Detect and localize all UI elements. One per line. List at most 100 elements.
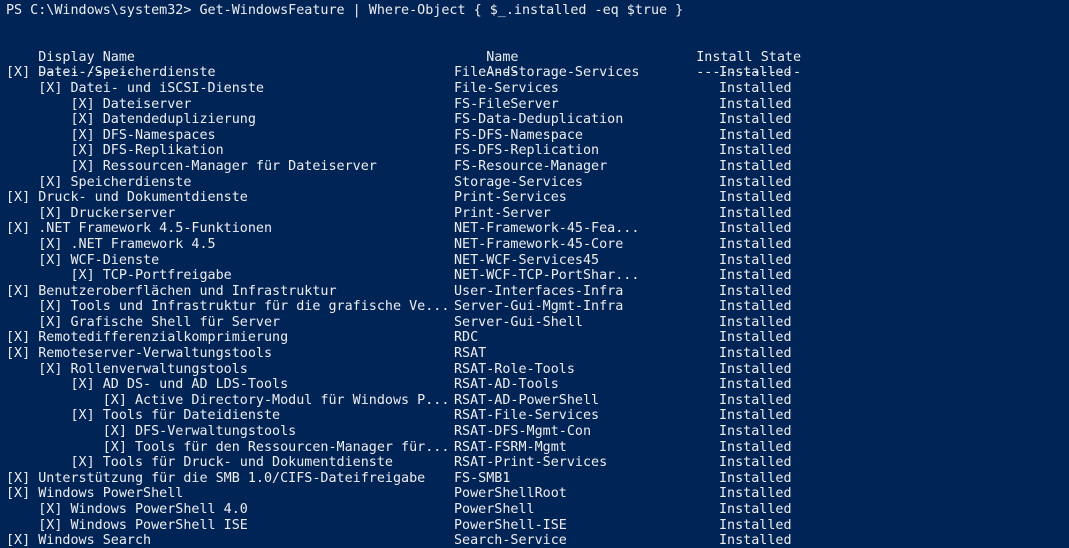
table-row: [X] Benutzeroberflächen und Infrastruktu… xyxy=(0,284,1069,300)
cell-name: RSAT-File-Services xyxy=(454,408,600,424)
cell-display-name: [X] Tools für den Ressourcen-Manager für… xyxy=(6,439,450,455)
cell-install-state: Installed xyxy=(719,221,792,237)
table-row: [X] Unterstützung für die SMB 1.0/CIFS-D… xyxy=(0,471,1069,487)
cell-display-name: [X] Tools und Infrastruktur für die graf… xyxy=(6,299,450,315)
cell-name: PowerShellRoot xyxy=(454,486,567,502)
cell-install-state: Installed xyxy=(719,143,792,159)
cell-name: Storage-Services xyxy=(454,174,583,190)
cell-install-state: Installed xyxy=(719,174,792,190)
header-name: Name xyxy=(486,49,519,65)
table-row: [X] Windows PowerShell PowerShellRoot Inst… xyxy=(0,486,1069,502)
cell-display-name: [X] DFS-Verwaltungstools xyxy=(6,424,297,440)
table-row: [X] DFS-Namespaces FS-DFS-Namespace Instal… xyxy=(0,128,1069,144)
cell-display-name: [X] DFS-Namespaces xyxy=(6,127,216,143)
prompt-line: PS C:\Windows\system32> Get-WindowsFeatu… xyxy=(6,3,684,18)
cell-install-state: Installed xyxy=(719,283,792,299)
cell-display-name: [X] Tools für Druck- und Dokumentdienste xyxy=(6,455,393,471)
cell-display-name: [X] Active Directory-Modul für Windows P… xyxy=(6,392,450,408)
cell-install-state: Installed xyxy=(719,517,792,533)
cell-name: Search-Service xyxy=(454,533,567,548)
cell-name: File-Services xyxy=(454,80,559,96)
table-row: [X] Tools für Dateidienste RSAT-File-Serv… xyxy=(0,408,1069,424)
cell-install-state: Installed xyxy=(719,127,792,143)
table-row: [X] Windows PowerShell 4.0 PowerShell Inst… xyxy=(0,502,1069,518)
cell-display-name: [X] Windows PowerShell xyxy=(6,486,184,502)
cell-install-state: Installed xyxy=(719,439,792,455)
cell-display-name: [X] Ressourcen-Manager für Dateiserver xyxy=(6,158,377,174)
cell-display-name: [X] Grafische Shell für Server xyxy=(6,314,281,330)
cell-display-name: [X] Dateiserver xyxy=(6,96,192,112)
feature-list: [X] Datei-/Speicherdienste FileAndStorage… xyxy=(0,65,1069,548)
table-row: [X] WCF-Dienste NET-WCF-Services45 Install… xyxy=(0,253,1069,269)
cell-display-name: [X] Druckerserver xyxy=(6,205,176,221)
cell-install-state: Installed xyxy=(719,330,792,346)
cell-name: User-Interfaces-Infra xyxy=(454,283,624,299)
table-row: [X] Datei-/Speicherdienste FileAndStorage… xyxy=(0,65,1069,81)
cell-name: RSAT-AD-PowerShell xyxy=(454,392,600,408)
cell-name: FS-FileServer xyxy=(454,96,559,112)
table-row: [X] Ressourcen-Manager für Dateiserver FS… xyxy=(0,159,1069,175)
table-row: [X] Datendeduplizierung FS-Data-Deduplica… xyxy=(0,112,1069,128)
table-row: [X] Remotedifferenzialkomprimierung RDC In… xyxy=(0,330,1069,346)
cell-name: RSAT-Print-Services xyxy=(454,455,608,471)
cell-display-name: [X] Remoteserver-Verwaltungstools xyxy=(6,346,273,362)
cell-install-state: Installed xyxy=(719,268,792,284)
table-row: [X] DFS-Replikation FS-DFS-Replication Ins… xyxy=(0,143,1069,159)
cell-display-name: [X] Unterstützung für die SMB 1.0/CIFS-D… xyxy=(6,470,426,486)
cell-name: NET-Framework-45-Fea... xyxy=(454,221,640,237)
cell-name: RSAT-AD-Tools xyxy=(454,377,559,393)
cell-name: NET-WCF-TCP-PortShar... xyxy=(454,268,640,284)
cell-install-state: Installed xyxy=(719,455,792,471)
cell-install-state: Installed xyxy=(719,361,792,377)
cell-install-state: Installed xyxy=(719,96,792,112)
table-row: [X] Windows Search Search-Service Installe… xyxy=(0,533,1069,548)
cell-display-name: [X] Windows PowerShell ISE xyxy=(6,517,248,533)
table-row: [X] TCP-Portfreigabe NET-WCF-TCP-PortShar… xyxy=(0,268,1069,284)
cell-name: RSAT-Role-Tools xyxy=(454,361,575,377)
cell-install-state: Installed xyxy=(719,470,792,486)
cell-name: FS-Resource-Manager xyxy=(454,158,608,174)
table-row: [X] Rollenverwaltungstools RSAT-Role-Tool… xyxy=(0,362,1069,378)
powershell-console[interactable]: PS C:\Windows\system32> Get-WindowsFeatu… xyxy=(0,0,1069,548)
cell-name: Server-Gui-Mgmt-Infra xyxy=(454,299,624,315)
table-row: [X] Druckerserver Print-Server Installed xyxy=(0,206,1069,222)
cell-install-state: Installed xyxy=(719,299,792,315)
cell-name: NET-Framework-45-Core xyxy=(454,236,624,252)
cell-display-name: [X] Tools für Dateidienste xyxy=(6,408,281,424)
cell-name: RSAT-FSRM-Mgmt xyxy=(454,439,567,455)
cell-install-state: Installed xyxy=(719,502,792,517)
cell-name: Print-Services xyxy=(454,190,567,206)
cell-install-state: Installed xyxy=(719,424,792,440)
table-row: [X] .NET Framework 4.5 NET-Framework-45-C… xyxy=(0,237,1069,253)
header-display-name: Display Name xyxy=(38,49,135,65)
cell-display-name: [X] Windows Search xyxy=(6,533,152,548)
cell-install-state: Installed xyxy=(719,205,792,221)
table-row: [X] Active Directory-Modul für Windows P… xyxy=(0,393,1069,409)
header-install-state: Install State xyxy=(696,49,802,65)
cell-install-state: Installed xyxy=(719,112,792,128)
table-row: [X] Druck- und Dokumentdienste Print-Serv… xyxy=(0,190,1069,206)
cell-name: FileAndStorage-Services xyxy=(454,65,640,81)
cell-install-state: Installed xyxy=(719,392,792,408)
cell-name: FS-DFS-Replication xyxy=(454,143,600,159)
cell-display-name: [X] DFS-Replikation xyxy=(6,143,224,159)
cell-display-name: [X] TCP-Portfreigabe xyxy=(6,268,232,284)
table-row: [X] Remoteserver-Verwaltungstools RSAT Ins… xyxy=(0,346,1069,362)
cell-display-name: [X] WCF-Dienste xyxy=(6,252,160,268)
cell-name: RSAT-DFS-Mgmt-Con xyxy=(454,424,592,440)
cell-display-name: [X] Benutzeroberflächen und Infrastruktu… xyxy=(6,283,337,299)
table-row: [X] .NET Framework 4.5-Funktionen NET-Fra… xyxy=(0,221,1069,237)
cell-display-name: [X] Rollenverwaltungstools xyxy=(6,361,248,377)
cell-name: RSAT xyxy=(454,346,487,362)
cell-install-state: Installed xyxy=(719,65,792,81)
cell-install-state: Installed xyxy=(719,158,792,174)
cell-display-name: [X] Datendeduplizierung xyxy=(6,112,256,128)
cell-name: FS-SMB1 xyxy=(454,470,511,486)
table-row: [X] DFS-Verwaltungstools RSAT-DFS-Mgmt-Co… xyxy=(0,424,1069,440)
cell-display-name: [X] Speicherdienste xyxy=(6,174,192,190)
cell-install-state: Installed xyxy=(719,408,792,424)
cell-install-state: Installed xyxy=(719,80,792,96)
table-row: [X] Grafische Shell für Server Server-Gui… xyxy=(0,315,1069,331)
cell-name: FS-Data-Deduplication xyxy=(454,112,624,128)
